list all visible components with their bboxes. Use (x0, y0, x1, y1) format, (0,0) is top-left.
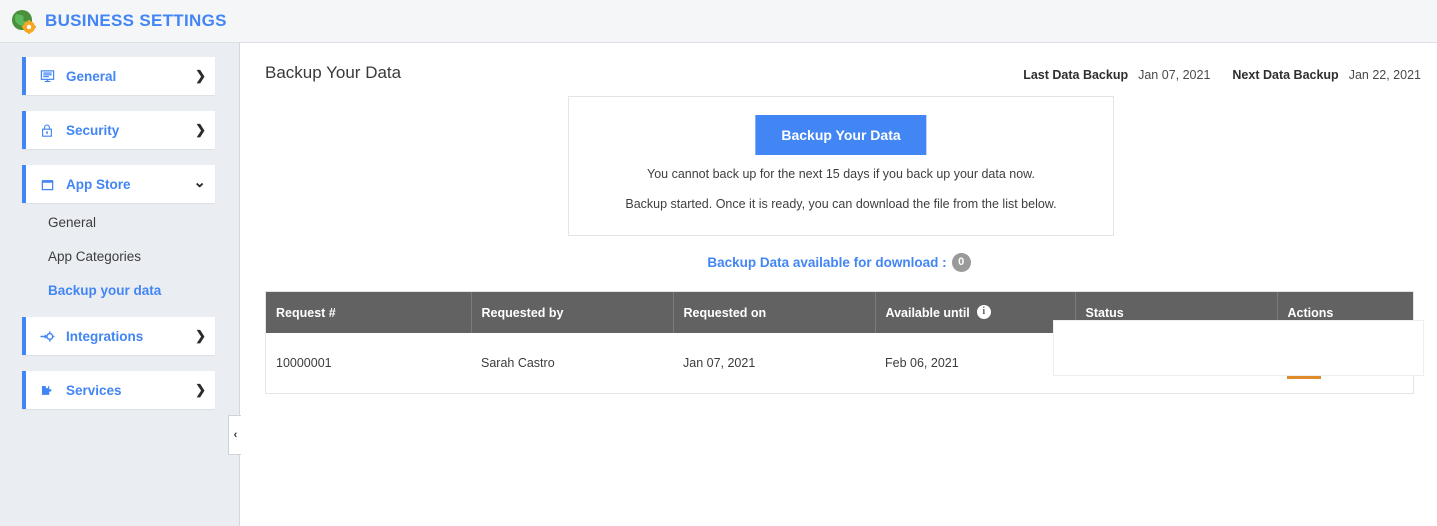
backup-table-container: Request # Requested by Requested on Avai… (265, 291, 1414, 394)
monitor-icon (36, 69, 58, 84)
download-available-label: Backup Data available for download : (707, 255, 946, 270)
sidebar-subnav-app-store: General App Categories Backup your data (48, 215, 239, 299)
column-header-requested-on[interactable]: Requested on (673, 292, 875, 333)
backup-note-status: Backup started. Once it is ready, you ca… (569, 197, 1113, 211)
globe-gear-icon (10, 8, 36, 34)
column-header-status[interactable]: Status (1075, 292, 1277, 333)
column-header-request-number[interactable]: Request # (266, 292, 471, 333)
cancel-backup-button[interactable]: ✕ (1290, 350, 1318, 376)
app-title: BUSINESS SETTINGS (45, 11, 227, 31)
lock-icon (36, 123, 58, 138)
download-count-badge: 0 (952, 253, 971, 272)
backup-action-panel: Backup Your Data You cannot back up for … (568, 96, 1114, 236)
download-available-line: Backup Data available for download : 0 (241, 255, 1437, 272)
table-row[interactable]: 10000001 Sarah Castro Jan 07, 2021 Feb 0… (266, 333, 1413, 393)
backup-table: Request # Requested by Requested on Avai… (266, 292, 1413, 393)
sidebar-item-security[interactable]: Security ❯ (22, 111, 215, 149)
sidebar-item-general[interactable]: General ❯ (22, 57, 215, 95)
sidebar-item-label: Services (66, 383, 122, 398)
backup-note-restriction: You cannot back up for the next 15 days … (569, 167, 1113, 181)
sidebar-item-label: General (66, 69, 116, 84)
sidebar-item-label: Integrations (66, 329, 143, 344)
next-backup-value: Jan 22, 2021 (1349, 68, 1421, 82)
page-title: Backup Your Data (265, 63, 401, 83)
table-header-row: Request # Requested by Requested on Avai… (266, 292, 1413, 333)
integration-icon (36, 329, 58, 344)
sidebar-item-label: Security (66, 123, 119, 138)
store-icon (36, 177, 58, 192)
cell-actions: ✕ (1277, 333, 1413, 393)
cell-request-number: 10000001 (266, 333, 471, 393)
column-header-available-until[interactable]: Available until i (875, 292, 1075, 333)
status-progress-fill (1086, 357, 1160, 369)
sidebar-subitem-app-categories[interactable]: App Categories (48, 249, 239, 265)
sidebar: General ❯ Security ❯ App Store ⌄ General… (0, 43, 240, 526)
sidebar-subitem-general[interactable]: General (48, 215, 239, 231)
backup-your-data-button[interactable]: Backup Your Data (755, 115, 926, 155)
sidebar-item-services[interactable]: Services ❯ (22, 371, 215, 409)
cancel-button-focus-ring: ✕ (1287, 347, 1321, 379)
cell-requested-on: Jan 07, 2021 (673, 333, 875, 393)
puzzle-icon (36, 383, 58, 398)
table-body: 10000001 Sarah Castro Jan 07, 2021 Feb 0… (266, 333, 1413, 393)
sidebar-item-integrations[interactable]: Integrations ❯ (22, 317, 215, 355)
chevron-right-icon[interactable]: ❯ (195, 382, 206, 398)
app-header: BUSINESS SETTINGS (0, 0, 1437, 43)
column-header-actions[interactable]: Actions (1277, 292, 1413, 333)
cell-available-until: Feb 06, 2021 (875, 333, 1075, 393)
backup-meta: Last Data Backup Jan 07, 2021 Next Data … (1023, 68, 1421, 82)
last-backup-value: Jan 07, 2021 (1138, 68, 1210, 82)
next-backup-label: Next Data Backup (1232, 68, 1338, 82)
sidebar-item-label: App Store (66, 177, 131, 192)
table-header: Request # Requested by Requested on Avai… (266, 292, 1413, 333)
last-backup-label: Last Data Backup (1023, 68, 1128, 82)
chevron-right-icon[interactable]: ❯ (195, 328, 206, 344)
status-progress-bar (1085, 356, 1273, 370)
chevron-right-icon[interactable]: ❯ (195, 122, 206, 138)
cell-status (1075, 333, 1277, 393)
sidebar-subitem-backup-your-data[interactable]: Backup your data (48, 283, 239, 299)
main-content: Backup Your Data Last Data Backup Jan 07… (241, 43, 1437, 526)
column-header-available-until-label: Available until (886, 306, 970, 320)
column-header-requested-by[interactable]: Requested by (471, 292, 673, 333)
sidebar-item-app-store[interactable]: App Store ⌄ (22, 165, 215, 203)
chevron-down-icon[interactable]: ⌄ (193, 173, 206, 191)
cell-requested-by: Sarah Castro (471, 333, 673, 393)
chevron-right-icon[interactable]: ❯ (195, 68, 206, 84)
info-icon[interactable]: i (977, 305, 991, 319)
